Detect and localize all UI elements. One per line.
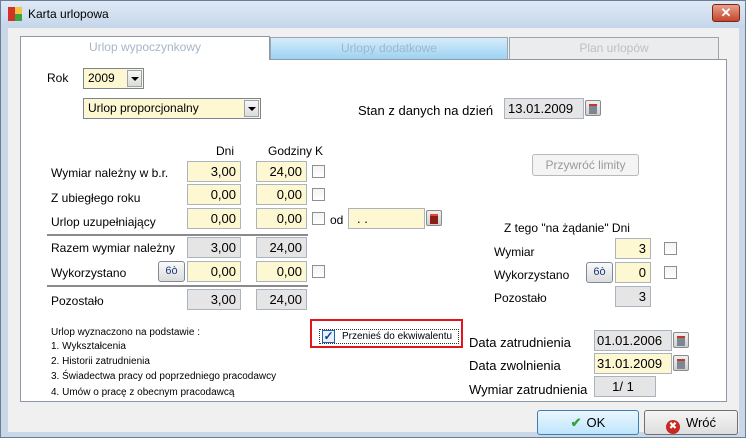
basis-item: 1. Wykształcenia xyxy=(51,341,126,352)
employment-start-label: Data zatrudnienia xyxy=(469,335,571,350)
title-bar[interactable]: Karta urlopowa ✕ xyxy=(1,1,745,28)
tab-urlopy-dodatkowe[interactable]: Urlopy dodatkowe xyxy=(270,37,508,59)
on-demand-used-label: Wykorzystano xyxy=(494,268,570,282)
leave-type-select[interactable]: Urlop proporcjonalny xyxy=(83,98,261,119)
leave-type-value: Urlop proporcjonalny xyxy=(88,101,199,115)
close-button[interactable]: ✕ xyxy=(712,4,740,22)
supplement-from-date[interactable]: . . xyxy=(348,208,425,229)
total-label: Razem wymiar należny xyxy=(51,241,176,255)
used-label: Wykorzystano xyxy=(51,266,127,280)
ok-button[interactable]: ✔ OK xyxy=(537,410,639,435)
check-icon: ✔ xyxy=(570,415,582,430)
employment-dim-label: Wymiar zatrudnienia xyxy=(469,382,588,397)
app-icon xyxy=(8,7,22,21)
on-demand-header: Z tego "na żądanie" Dni xyxy=(504,221,630,235)
col-days-header: Dni xyxy=(216,144,235,158)
on-demand-quota-field[interactable]: 3 xyxy=(615,238,651,259)
basis-item: 2. Historii zatrudnienia xyxy=(51,356,150,367)
supplement-label: Urlop uzupełniający xyxy=(51,215,156,229)
from-label: od xyxy=(330,213,344,227)
status-date-field: 13.01.2009 xyxy=(504,98,584,119)
employment-end-label: Data zwolnienia xyxy=(469,358,561,373)
window-title: Karta urlopowa xyxy=(28,7,109,21)
check-icon: ✓ xyxy=(322,329,335,343)
remaining-label: Pozostało xyxy=(51,294,104,308)
basis-title: Urlop wyznaczono na podstawie : xyxy=(51,327,200,338)
on-demand-quota-checkbox[interactable] xyxy=(664,242,677,255)
chevron-down-icon xyxy=(127,70,142,87)
used-hours-field[interactable]: 0,00 xyxy=(256,261,307,282)
divider xyxy=(47,285,308,287)
calendar-icon[interactable] xyxy=(585,100,601,116)
close-icon: ✖ xyxy=(665,420,680,434)
status-date-label: Stan z danych na dzień xyxy=(358,103,494,118)
on-demand-used-checkbox[interactable] xyxy=(664,266,677,279)
total-days-field: 3,00 xyxy=(187,237,241,258)
dialog-window: Karta urlopowa ✕ Urlop wypoczynkowy Urlo… xyxy=(0,0,746,438)
total-hours-field: 24,00 xyxy=(256,237,307,258)
supplement-k-checkbox[interactable] xyxy=(312,212,325,225)
employment-dim-field: 1/ 1 xyxy=(594,376,656,397)
entitled-label: Wymiar należny w b.r. xyxy=(51,166,169,180)
employment-start-field: 01.01.2006 xyxy=(594,330,672,351)
entitled-hours-field[interactable]: 24,00 xyxy=(256,161,307,182)
entitled-k-checkbox[interactable] xyxy=(312,165,325,178)
transfer-equivalent-label: Przenieś do ekwiwalentu xyxy=(342,331,453,342)
divider xyxy=(47,234,308,236)
restore-limits-button[interactable]: Przywróć limity xyxy=(532,154,639,176)
calendar-icon[interactable] xyxy=(426,210,442,226)
back-button[interactable]: ✖ Wróć xyxy=(644,410,738,435)
back-label: Wróć xyxy=(685,415,717,430)
glasses-icon[interactable]: 6ò xyxy=(586,262,613,283)
calendar-icon[interactable] xyxy=(673,332,689,348)
supplement-hours-field[interactable]: 0,00 xyxy=(256,208,307,229)
previous-hours-field[interactable]: 0,00 xyxy=(256,184,307,205)
employment-end-field[interactable]: 31.01.2009 xyxy=(594,353,672,374)
previous-days-field[interactable]: 0,00 xyxy=(187,184,241,205)
basis-item: 4. Umów o pracę z obecnym pracodawcą xyxy=(51,387,235,398)
remaining-hours-field: 24,00 xyxy=(256,289,307,310)
col-k-header: K xyxy=(315,144,324,158)
used-k-checkbox[interactable] xyxy=(312,265,325,278)
on-demand-used-field[interactable]: 0 xyxy=(615,262,651,283)
on-demand-remaining-label: Pozostało xyxy=(494,291,547,305)
used-days-field[interactable]: 0,00 xyxy=(187,261,241,282)
ok-label: OK xyxy=(586,415,606,430)
entitled-days-field[interactable]: 3,00 xyxy=(187,161,241,182)
supplement-days-field[interactable]: 0,00 xyxy=(187,208,241,229)
col-hours-header: Godziny xyxy=(268,144,313,158)
remaining-days-field: 3,00 xyxy=(187,289,241,310)
year-label: Rok xyxy=(47,71,69,85)
chevron-down-icon xyxy=(244,100,259,117)
calendar-icon[interactable] xyxy=(673,355,689,371)
year-value: 2009 xyxy=(88,71,115,85)
glasses-icon[interactable]: 6ò xyxy=(158,261,185,282)
tab-urlop-wypoczynkowy[interactable]: Urlop wypoczynkowy xyxy=(20,36,270,60)
on-demand-quota-label: Wymiar xyxy=(494,245,535,259)
basis-item: 3. Świadectwa pracy od poprzedniego prac… xyxy=(51,371,277,382)
on-demand-remaining-field: 3 xyxy=(615,286,651,307)
tab-plan-urlopow[interactable]: Plan urlopów xyxy=(509,37,719,59)
previous-k-checkbox[interactable] xyxy=(312,188,325,201)
year-select[interactable]: 2009 xyxy=(83,68,144,89)
transfer-equivalent-checkbox[interactable]: ✓ Przenieś do ekwiwalentu xyxy=(319,329,459,344)
previous-year-label: Z ubiegłego roku xyxy=(51,191,141,205)
